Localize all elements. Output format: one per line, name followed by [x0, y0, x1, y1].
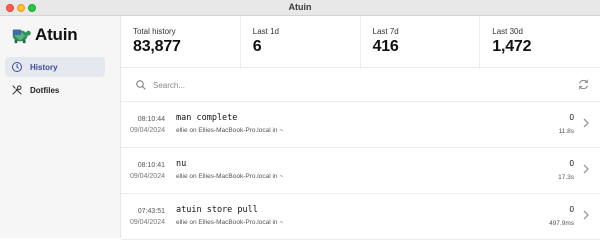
history-date: 09/04/2024	[129, 127, 165, 134]
sidebar-item-label: Dotfiles	[30, 85, 60, 95]
history-row[interactable]: 08:10:44 09/04/2024 man complete ellie o…	[121, 102, 600, 148]
history-meta: ellie on Ellies-MacBook-Pro.local in ~	[176, 219, 284, 226]
stat-last-30d: Last 30d 1,472	[480, 16, 600, 68]
history-time: 07:43:51	[137, 208, 165, 215]
title-bar: Atuin	[0, 0, 600, 16]
history-duration: 497.9ms	[549, 220, 574, 227]
stat-total-history: Total history 83,877	[121, 16, 241, 68]
search-input[interactable]	[153, 76, 533, 94]
turtle-logo-icon	[12, 29, 31, 44]
stat-value: 6	[252, 38, 262, 55]
history-command: atuin store pull	[176, 205, 258, 215]
search-icon	[136, 80, 146, 90]
sidebar-item-history[interactable]: History	[5, 57, 105, 77]
history-row[interactable]: 08:10:41 09/04/2024 nu ellie on Ellies-M…	[121, 148, 600, 194]
history-exit-code: 0	[569, 113, 574, 122]
app-logo: Atuin	[10, 22, 78, 48]
history-meta: ellie on Ellies-MacBook-Pro.local in ~	[176, 173, 284, 180]
stat-value: 416	[372, 38, 399, 55]
stats-bar: Total history 83,877 Last 1d 6 Last 7d 4…	[121, 16, 600, 68]
stat-label: Last 1d	[252, 27, 279, 36]
history-time: 08:10:44	[137, 116, 165, 123]
sidebar-item-dotfiles[interactable]: Dotfiles	[5, 80, 105, 100]
history-command: man complete	[176, 113, 238, 123]
history-meta: ellie on Ellies-MacBook-Pro.local in ~	[176, 127, 284, 134]
stat-last-1d: Last 1d 6	[241, 16, 361, 68]
stat-value: 83,877	[133, 38, 181, 55]
main-panel: Total history 83,877 Last 1d 6 Last 7d 4…	[121, 16, 600, 240]
search-bar	[121, 68, 600, 102]
history-time: 08:10:41	[137, 162, 165, 169]
tools-icon	[12, 85, 22, 95]
chevron-right-icon	[583, 164, 589, 174]
chevron-right-icon	[583, 210, 589, 220]
sidebar-item-label: History	[30, 62, 58, 72]
history-row[interactable]: 07:43:51 09/04/2024 atuin store pull ell…	[121, 194, 600, 240]
refresh-icon[interactable]	[577, 78, 590, 91]
stat-label: Last 7d	[372, 27, 399, 36]
history-exit-code: 0	[569, 205, 574, 214]
window-title: Atuin	[288, 2, 312, 12]
app-name: Atuin	[35, 25, 78, 44]
history-exit-code: 0	[569, 159, 574, 168]
history-date: 09/04/2024	[129, 219, 165, 226]
stat-label: Last 30d	[492, 27, 523, 36]
history-duration: 11.8s	[558, 128, 574, 135]
chevron-right-icon	[583, 118, 589, 128]
history-date: 09/04/2024	[129, 173, 165, 180]
stat-label: Total history	[133, 27, 176, 36]
sidebar: Atuin History Dotfiles	[0, 16, 121, 238]
history-duration: 17.3s	[558, 174, 574, 181]
clock-icon	[12, 62, 22, 72]
stat-value: 1,472	[492, 38, 532, 55]
history-command: nu	[176, 159, 187, 169]
history-list: 08:10:44 09/04/2024 man complete ellie o…	[121, 102, 600, 240]
stat-last-7d: Last 7d 416	[361, 16, 481, 68]
